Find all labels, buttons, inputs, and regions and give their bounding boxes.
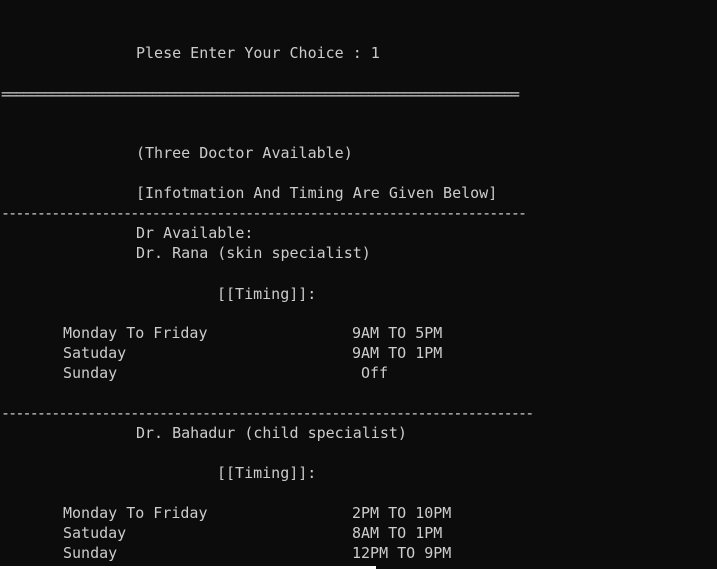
doctor-1-row-3-time: Off — [361, 364, 389, 382]
separator-double: ========================================… — [1, 85, 520, 103]
doctor-2-row-3-day: Sunday — [63, 544, 118, 562]
choice-prompt: Plese Enter Your Choice : 1 — [136, 44, 380, 62]
separator-dash-2: ----------------------------------------… — [1, 404, 534, 422]
doctor-2-row-2-time: 8AM TO 1PM — [352, 524, 443, 542]
doctor-2-row-1-time: 2PM TO 10PM — [352, 504, 452, 522]
doctor-2-timing-label: [[Timing]]: — [217, 464, 317, 482]
doctor-1-timing-label: [[Timing]]: — [217, 285, 317, 303]
doctors-available-label: Dr Available: — [136, 224, 254, 242]
doctor-1-row-2-day: Satuday — [63, 344, 127, 362]
console-window[interactable]: Plese Enter Your Choice : 1 ============… — [0, 0, 717, 569]
doctor-2-name: Dr. Bahadur (child specialist) — [136, 424, 407, 442]
doctor-1-row-1-day: Monday To Friday — [63, 324, 208, 342]
doctor-2-row-3-time: 12PM TO 9PM — [352, 544, 452, 562]
separator-dash-1: ----------------------------------------… — [1, 204, 527, 222]
doctors-count-heading: (Three Doctor Available) — [136, 144, 353, 162]
info-timing-heading: [Infotmation And Timing Are Given Below] — [136, 184, 498, 202]
doctor-1-name: Dr. Rana (skin specialist) — [136, 244, 371, 262]
doctor-1-row-2-time: 9AM TO 1PM — [352, 344, 443, 362]
doctor-2-row-1-day: Monday To Friday — [63, 504, 208, 522]
doctor-1-row-1-time: 9AM TO 5PM — [352, 324, 443, 342]
doctor-1-row-3-day: Sunday — [63, 364, 118, 382]
doctor-2-row-2-day: Satuday — [63, 524, 127, 542]
